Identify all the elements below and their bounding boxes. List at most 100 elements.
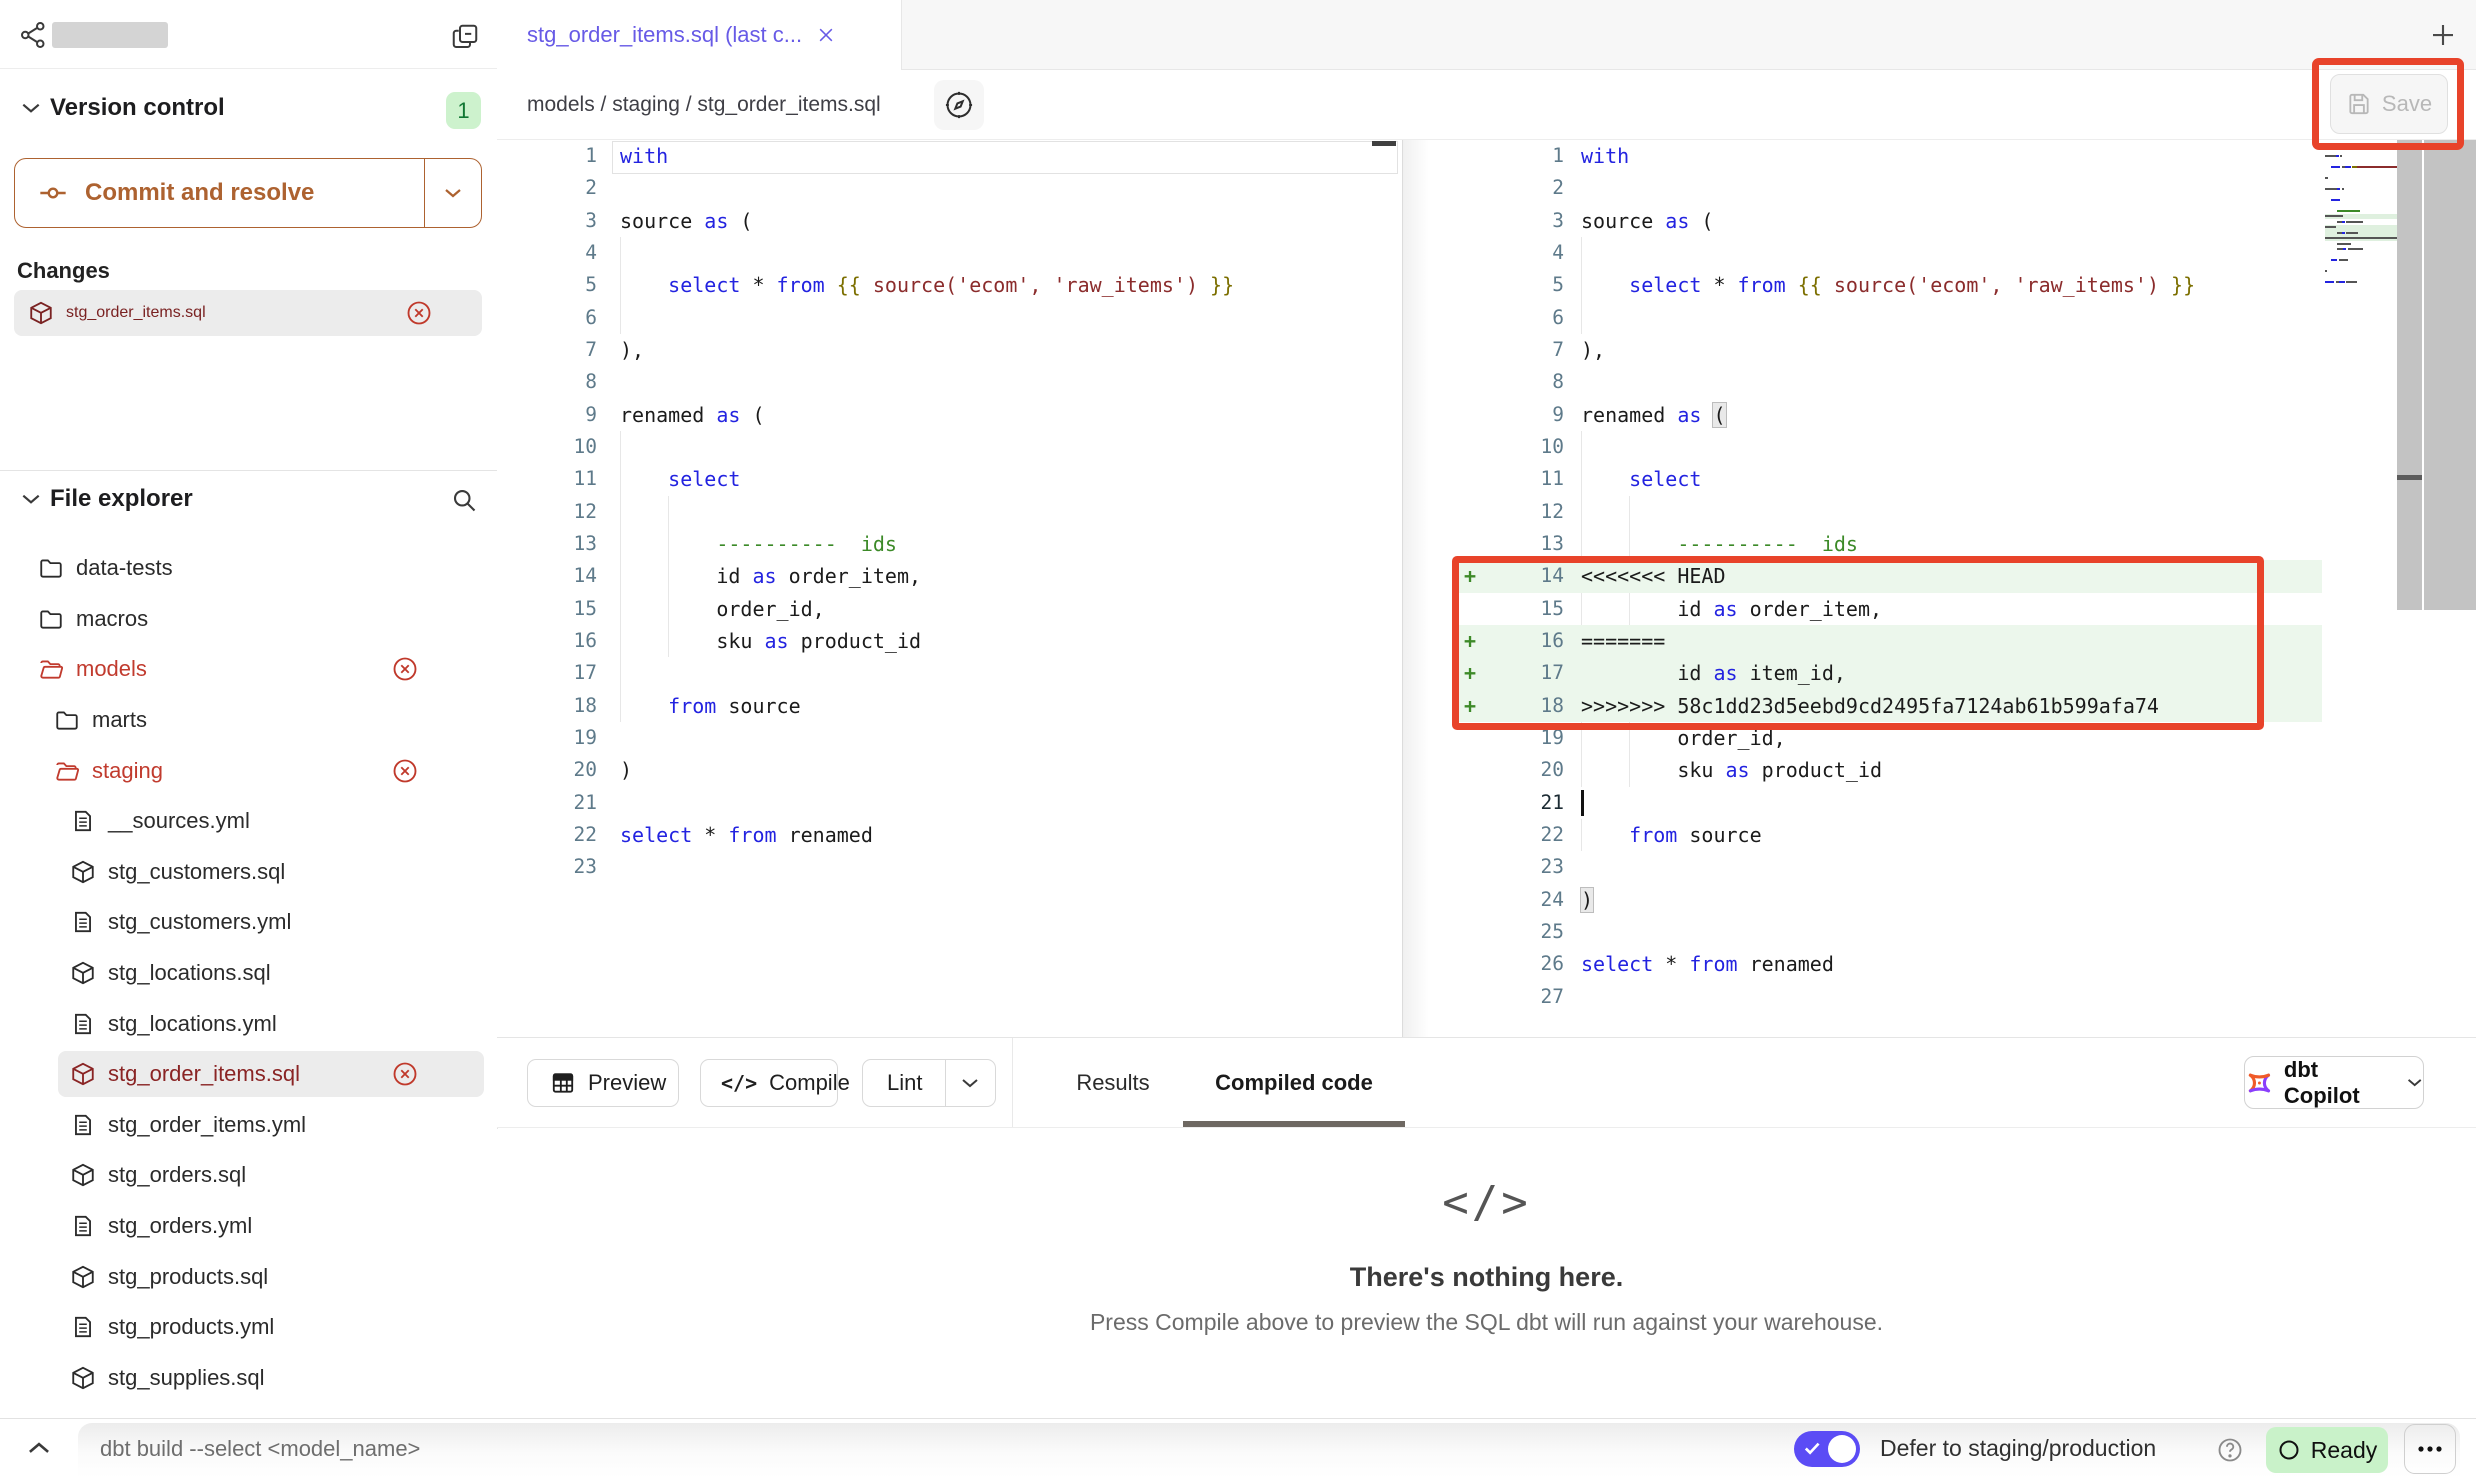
minimap[interactable] [2325, 142, 2403, 291]
file-item-stg-supplies-sql[interactable]: stg_supplies.sql [0, 1353, 497, 1404]
more-options-button[interactable] [2404, 1424, 2456, 1474]
new-tab-plus-icon[interactable] [2428, 20, 2458, 50]
lint-button[interactable]: Lint [862, 1059, 996, 1107]
code-line-25[interactable]: 25 [1402, 916, 2476, 948]
code-line-4[interactable]: 4 [1402, 237, 2476, 269]
search-icon[interactable] [450, 486, 478, 514]
code-line-11[interactable]: 11 select [497, 463, 1402, 495]
code-editor-right[interactable]: 1with23source as (45 select * from {{ so… [1402, 140, 2476, 1037]
code-line-2[interactable]: 2 [1402, 172, 2476, 204]
code-line-1[interactable]: 1with [497, 140, 1402, 172]
code-line-18[interactable]: 18 from source [497, 690, 1402, 722]
code-line-7[interactable]: 7), [1402, 334, 2476, 366]
file-item-data-tests[interactable]: data-tests [0, 543, 497, 594]
code-line-19[interactable]: 19 order_id, [1402, 722, 2476, 754]
preview-button[interactable]: Preview [527, 1059, 679, 1107]
code-line-12[interactable]: 12 [1402, 496, 2476, 528]
file-item-stg-locations-yml[interactable]: stg_locations.yml [0, 998, 497, 1049]
code-line-21[interactable]: 21 [497, 787, 1402, 819]
file-item-stg-customers-sql[interactable]: stg_customers.sql [0, 847, 497, 898]
code-line-21[interactable]: 21 [1402, 787, 2476, 819]
tab-results[interactable]: Results [1075, 1038, 1151, 1127]
code-line-5[interactable]: 5 select * from {{ source('ecom', 'raw_i… [1402, 269, 2476, 301]
code-line-17[interactable]: 17 [497, 657, 1402, 689]
code-line-14[interactable]: +14<<<<<<< HEAD [1402, 560, 2476, 592]
file-item-stg-customers-yml[interactable]: stg_customers.yml [0, 897, 497, 948]
file-item-models[interactable]: models [0, 644, 497, 695]
code-line-11[interactable]: 11 select [1402, 463, 2476, 495]
file-item-stg-order-items-sql[interactable]: stg_order_items.sql [0, 1049, 497, 1100]
code-line-16[interactable]: 16 sku as product_id [497, 625, 1402, 657]
code-line-8[interactable]: 8 [1402, 366, 2476, 398]
editor-scrollbar[interactable] [2424, 140, 2476, 610]
code-line-26[interactable]: 26select * from renamed [1402, 948, 2476, 980]
file-item-stg-products-sql[interactable]: stg_products.sql [0, 1251, 497, 1302]
code-line-4[interactable]: 4 [497, 237, 1402, 269]
code-line-15[interactable]: 15 id as order_item, [1402, 593, 2476, 625]
code-line-17[interactable]: +17 id as item_id, [1402, 657, 2476, 689]
code-line-22[interactable]: 22 from source [1402, 819, 2476, 851]
code-line-15[interactable]: 15 order_id, [497, 593, 1402, 625]
changed-file-row[interactable]: stg_order_items.sql [14, 290, 482, 336]
code-line-3[interactable]: 3source as ( [497, 205, 1402, 237]
help-icon[interactable] [2216, 1436, 2244, 1464]
discard-change-icon[interactable] [405, 299, 433, 327]
code-line-6[interactable]: 6 [1402, 302, 2476, 334]
code-line-22[interactable]: 22select * from renamed [497, 819, 1402, 851]
chevron-down-icon[interactable] [20, 100, 42, 116]
code-line-3[interactable]: 3source as ( [1402, 205, 2476, 237]
code-line-14[interactable]: 14 id as order_item, [497, 560, 1402, 592]
code-line-16[interactable]: +16======= [1402, 625, 2476, 657]
copy-icon[interactable] [450, 22, 480, 52]
defer-toggle[interactable] [1794, 1431, 1860, 1467]
minimap-slider[interactable] [2397, 140, 2422, 610]
ready-status-badge[interactable]: Ready [2266, 1427, 2388, 1473]
commit-and-resolve-button[interactable]: Commit and resolve [14, 158, 482, 228]
code-line-7[interactable]: 7), [497, 334, 1402, 366]
chevron-down-icon[interactable] [20, 491, 42, 507]
code-line-8[interactable]: 8 [497, 366, 1402, 398]
chevron-up-icon[interactable] [26, 1439, 52, 1457]
code-line-13[interactable]: 13 ---------- ids [1402, 528, 2476, 560]
code-line-20[interactable]: 20 sku as product_id [1402, 754, 2476, 786]
code-line-18[interactable]: +18>>>>>>> 58c1dd23d5eebd9cd2495fa7124ab… [1402, 690, 2476, 722]
chevron-down-icon[interactable] [960, 1076, 980, 1090]
code-line-20[interactable]: 20) [497, 754, 1402, 786]
code-line-5[interactable]: 5 select * from {{ source('ecom', 'raw_i… [497, 269, 1402, 301]
file-item--sources-yml[interactable]: __sources.yml [0, 796, 497, 847]
close-icon[interactable] [816, 25, 836, 45]
lineage-button[interactable] [934, 80, 984, 130]
code-line-19[interactable]: 19 [497, 722, 1402, 754]
dbt-copilot-button[interactable]: dbt Copilot [2244, 1056, 2424, 1109]
file-item-staging[interactable]: staging [0, 745, 497, 796]
discard-change-icon[interactable] [391, 757, 419, 785]
file-item-marts[interactable]: marts [0, 695, 497, 746]
chevron-down-icon[interactable] [2406, 1076, 2423, 1089]
file-item-stg-order-items-yml[interactable]: stg_order_items.yml [0, 1100, 497, 1151]
code-line-9[interactable]: 9renamed as ( [1402, 399, 2476, 431]
save-button[interactable]: Save [2330, 74, 2448, 134]
file-item-stg-products-yml[interactable]: stg_products.yml [0, 1302, 497, 1353]
code-line-9[interactable]: 9renamed as ( [497, 399, 1402, 431]
code-line-6[interactable]: 6 [497, 302, 1402, 334]
file-item-macros[interactable]: macros [0, 594, 497, 645]
commit-dropdown-button[interactable] [424, 159, 481, 227]
code-line-10[interactable]: 10 [497, 431, 1402, 463]
code-line-27[interactable]: 27 [1402, 981, 2476, 1013]
tab-stg-order-items[interactable]: stg_order_items.sql (last c... [497, 0, 902, 70]
code-line-10[interactable]: 10 [1402, 431, 2476, 463]
code-line-2[interactable]: 2 [497, 172, 1402, 204]
code-line-24[interactable]: 24) [1402, 884, 2476, 916]
code-line-1[interactable]: 1with [1402, 140, 2476, 172]
git-network-icon[interactable] [18, 20, 50, 50]
file-item-stg-orders-sql[interactable]: stg_orders.sql [0, 1150, 497, 1201]
code-line-23[interactable]: 23 [497, 851, 1402, 883]
code-editor-left[interactable]: 1with23source as (45 select * from {{ so… [497, 140, 1402, 1037]
file-item-stg-orders-yml[interactable]: stg_orders.yml [0, 1201, 497, 1252]
discard-change-icon[interactable] [391, 655, 419, 683]
compile-button[interactable]: </> Compile [700, 1059, 838, 1107]
commit-and-resolve-main[interactable]: Commit and resolve [15, 177, 424, 209]
tab-compiled-code[interactable]: Compiled code [1183, 1038, 1405, 1127]
discard-change-icon[interactable] [391, 1060, 419, 1088]
code-line-13[interactable]: 13 ---------- ids [497, 528, 1402, 560]
